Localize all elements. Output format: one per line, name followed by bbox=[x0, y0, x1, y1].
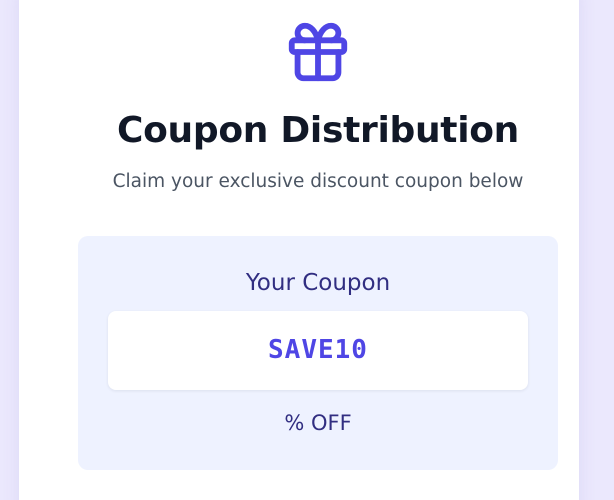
coupon-discount: % OFF bbox=[284, 411, 352, 435]
page-subtitle: Claim your exclusive discount coupon bel… bbox=[112, 171, 524, 192]
coupon-heading: Your Coupon bbox=[245, 270, 391, 296]
coupon-panel: Your Coupon SAVE10 % OFF bbox=[78, 236, 558, 470]
coupon-code[interactable]: SAVE10 bbox=[108, 335, 528, 365]
coupon-card: Coupon Distribution Claim your exclusive… bbox=[19, 0, 579, 500]
page-title: Coupon Distribution bbox=[116, 110, 519, 151]
gift-icon bbox=[288, 22, 348, 82]
coupon-code-box[interactable]: SAVE10 bbox=[108, 311, 528, 390]
